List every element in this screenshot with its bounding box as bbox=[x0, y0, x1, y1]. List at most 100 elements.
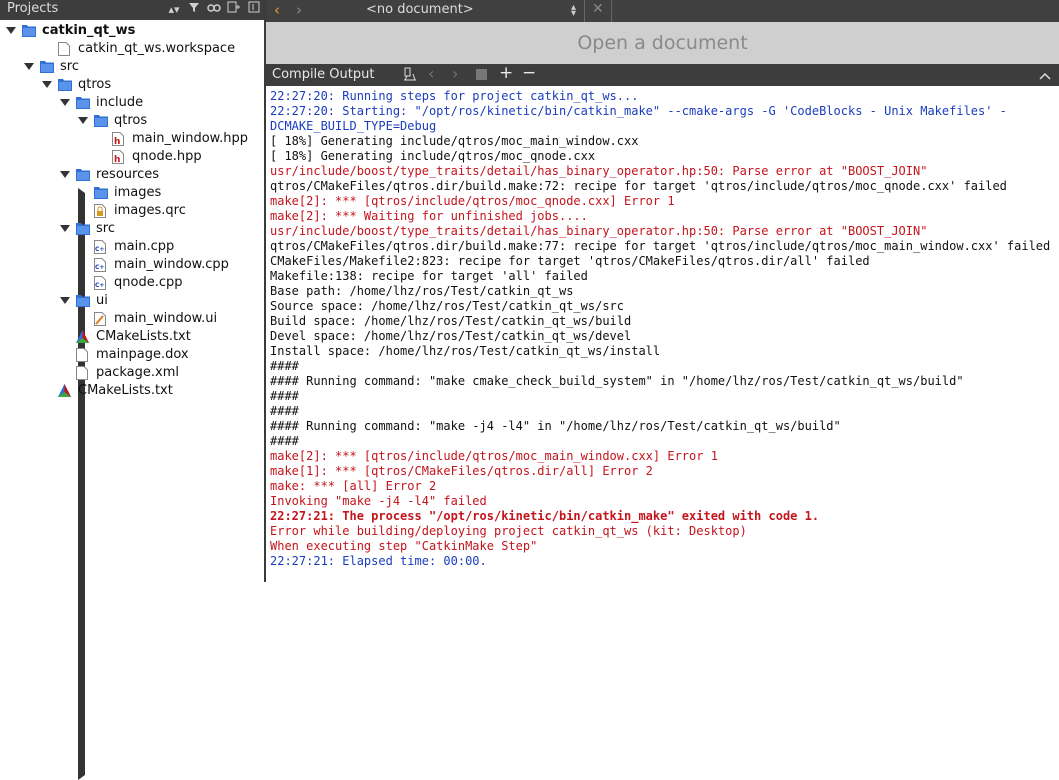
tree-item[interactable]: C++ main.cpp bbox=[0, 238, 264, 256]
output-line: DCMAKE_BUILD_TYPE=Debug bbox=[270, 119, 437, 133]
output-line: make[2]: *** Waiting for unfinished jobs… bbox=[270, 209, 588, 223]
tree-item[interactable]: C++ qnode.cpp bbox=[0, 274, 264, 292]
back-arrow-icon[interactable]: ‹ bbox=[274, 1, 280, 19]
expand-arrow-icon[interactable] bbox=[78, 117, 88, 124]
tree-item[interactable]: package.xml bbox=[0, 364, 264, 382]
output-line: Build space: /home/lhz/ros/Test/catkin_q… bbox=[270, 314, 632, 328]
output-line: #### Running command: "make cmake_check_… bbox=[270, 374, 964, 388]
previous-item-icon[interactable]: ‹ bbox=[428, 64, 434, 83]
tree-item-label: include bbox=[96, 95, 144, 110]
editor-toolbar: ‹ › <no document> ▴ ▾ ✕ bbox=[266, 0, 1059, 22]
tree-item-label: mainpage.dox bbox=[96, 347, 189, 362]
sort-arrows-icon[interactable]: ▴▾ bbox=[164, 0, 184, 20]
maximize-panel-icon[interactable] bbox=[1039, 69, 1051, 84]
tree-item[interactable]: src bbox=[0, 220, 264, 238]
output-line: make[1]: *** [qtros/CMakeFiles/qtros.dir… bbox=[270, 464, 653, 478]
tree-item-label: resources bbox=[96, 167, 160, 182]
compile-output-title: Compile Output bbox=[272, 67, 375, 82]
cpp-file-icon: C++ bbox=[94, 240, 109, 254]
expand-arrow-icon[interactable] bbox=[60, 99, 70, 106]
tree-item[interactable]: main_window.ui bbox=[0, 310, 264, 328]
close-document-icon[interactable]: ✕ bbox=[592, 1, 604, 17]
folder-icon bbox=[22, 24, 36, 37]
tree-item-label: CMakeLists.txt bbox=[78, 383, 173, 398]
output-line: [ 18%] Generating include/qtros/moc_qnod… bbox=[270, 149, 596, 163]
file-icon bbox=[76, 348, 90, 362]
output-line: #### bbox=[270, 404, 299, 418]
tree-item[interactable]: resources bbox=[0, 166, 264, 184]
tree-item[interactable]: CMakeLists.txt bbox=[0, 328, 264, 346]
output-line: #### bbox=[270, 434, 299, 448]
toolbar-separator bbox=[584, 0, 585, 22]
output-line: make[2]: *** [qtros/include/qtros/moc_qn… bbox=[270, 194, 675, 208]
tree-item-label: qnode.cpp bbox=[114, 275, 183, 290]
output-line: qtros/CMakeFiles/qtros.dir/build.make:72… bbox=[270, 179, 1007, 193]
output-line: Install space: /home/lhz/ros/Test/catkin… bbox=[270, 344, 661, 358]
folder-icon bbox=[76, 168, 90, 181]
tree-item[interactable]: catkin_qt_ws.workspace bbox=[0, 40, 264, 58]
tree-item-label: qtros bbox=[78, 77, 112, 92]
tree-item[interactable]: h qnode.hpp bbox=[0, 148, 264, 166]
output-line: Invoking "make -j4 -l4" failed bbox=[270, 494, 487, 508]
compile-output-header: Compile Output ‹ › + − bbox=[266, 63, 1059, 86]
tree-item[interactable]: h main_window.hpp bbox=[0, 130, 264, 148]
output-line: Base path: /home/lhz/ros/Test/catkin_qt_… bbox=[270, 284, 574, 298]
split-icon[interactable] bbox=[224, 0, 244, 20]
output-line: make: *** [all] Error 2 bbox=[270, 479, 437, 493]
svg-text:C++: C++ bbox=[95, 264, 106, 271]
expand-arrow-icon[interactable] bbox=[6, 27, 16, 34]
close-panel-icon[interactable] bbox=[244, 0, 264, 20]
zoom-out-icon[interactable]: − bbox=[522, 63, 536, 83]
expand-arrow-icon[interactable] bbox=[60, 297, 70, 304]
tree-item[interactable]: images.qrc bbox=[0, 202, 264, 220]
output-line: #### bbox=[270, 359, 299, 373]
tree-item[interactable]: qtros bbox=[0, 76, 264, 94]
tree-item-label: catkin_qt_ws bbox=[42, 23, 136, 38]
output-line: CMakeFiles/Makefile2:823: recipe for tar… bbox=[270, 254, 870, 268]
tree-item[interactable]: qtros bbox=[0, 112, 264, 130]
filter-icon[interactable] bbox=[184, 0, 204, 20]
header-file-icon: h bbox=[112, 150, 126, 165]
tree-item-label: images bbox=[114, 185, 162, 200]
tree-item[interactable]: C++ main_window.cpp bbox=[0, 256, 264, 274]
document-selector-down-icon[interactable]: ▾ bbox=[571, 8, 576, 19]
toolbar-separator bbox=[611, 0, 612, 22]
expand-arrow-icon[interactable] bbox=[24, 63, 34, 70]
folder-icon bbox=[76, 96, 90, 109]
next-item-icon[interactable]: › bbox=[452, 64, 458, 83]
tree-item-label: main_window.cpp bbox=[114, 257, 229, 272]
tree-item-label: src bbox=[96, 221, 115, 236]
tree-item-label: qnode.hpp bbox=[132, 149, 202, 164]
link-icon[interactable] bbox=[204, 0, 224, 20]
tree-item[interactable]: mainpage.dox bbox=[0, 346, 264, 364]
clean-output-icon[interactable] bbox=[402, 66, 418, 86]
tree-item[interactable]: include bbox=[0, 94, 264, 112]
tree-item-label: catkin_qt_ws.workspace bbox=[78, 41, 236, 56]
svg-text:h: h bbox=[114, 155, 120, 164]
folder-icon bbox=[94, 114, 108, 127]
output-line: 22:27:20: Running steps for project catk… bbox=[270, 89, 639, 103]
document-selector[interactable]: <no document> bbox=[366, 2, 474, 17]
expand-arrow-icon[interactable] bbox=[60, 171, 70, 178]
resource-file-icon bbox=[94, 204, 108, 218]
output-line: When executing step "CatkinMake Step" bbox=[270, 539, 538, 553]
tree-item[interactable]: catkin_qt_ws bbox=[0, 22, 264, 40]
folder-icon bbox=[40, 60, 54, 73]
output-line: Makefile:138: recipe for target 'all' fa… bbox=[270, 269, 588, 283]
tree-item[interactable]: src bbox=[0, 58, 264, 76]
tree-item-label: CMakeLists.txt bbox=[96, 329, 191, 344]
tree-item[interactable]: ui bbox=[0, 292, 264, 310]
projects-title: Projects bbox=[7, 1, 59, 16]
tree-item-label: package.xml bbox=[96, 365, 179, 380]
forward-arrow-icon[interactable]: › bbox=[296, 1, 302, 19]
output-line: Source space: /home/lhz/ros/Test/catkin_… bbox=[270, 299, 625, 313]
tree-item-label: qtros bbox=[114, 113, 148, 128]
tree-item[interactable]: images bbox=[0, 184, 878, 780]
output-line: #### Running command: "make -j4 -l4" in … bbox=[270, 419, 841, 433]
expand-arrow-icon[interactable] bbox=[42, 81, 52, 88]
svg-text:C++: C++ bbox=[95, 246, 106, 253]
tree-item[interactable]: CMakeLists.txt bbox=[0, 382, 264, 400]
zoom-in-icon[interactable]: + bbox=[499, 63, 513, 83]
stop-icon[interactable] bbox=[476, 69, 487, 80]
expand-arrow-icon[interactable] bbox=[60, 225, 70, 232]
